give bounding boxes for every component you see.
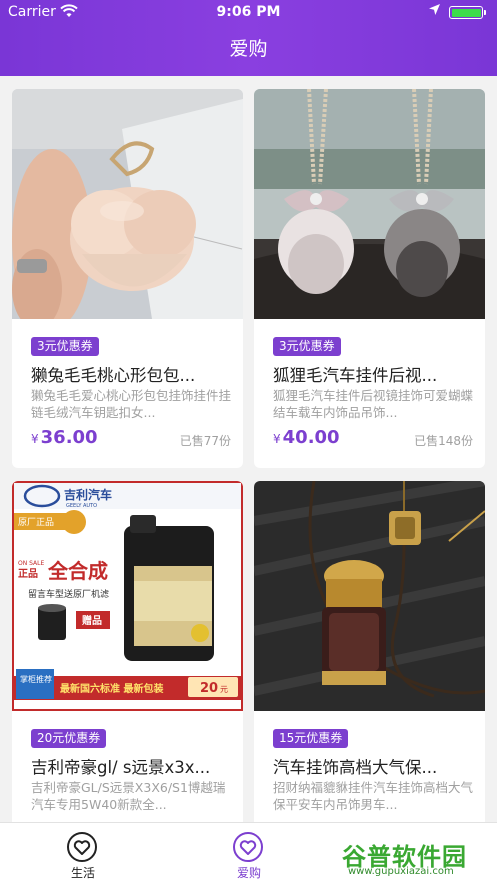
tab-label: 爱购 xyxy=(236,866,261,880)
watermark-url: www.gupuxiazai.com xyxy=(348,866,454,877)
product-price: ¥40.00 xyxy=(273,427,340,448)
sold-count: 已售148份 xyxy=(414,434,473,448)
product-title: 獭兔毛毛桃心形包包... xyxy=(31,366,196,385)
heart-circle-icon xyxy=(232,831,264,863)
nav-header: Carrier 9:06 PM 爱购 xyxy=(0,0,497,76)
clock: 9:06 PM xyxy=(216,4,281,20)
coupon-badge: 15元优惠券 xyxy=(273,729,349,748)
product-card[interactable]: 3元优惠券 獭兔毛毛桃心形包包... 獭兔毛毛爱心桃心形包包挂饰挂件挂链毛绒汽车… xyxy=(12,89,243,468)
product-image xyxy=(254,89,485,319)
page-title: 爱购 xyxy=(229,38,268,60)
location-arrow-icon xyxy=(428,3,441,20)
svg-text:ON SALE: ON SALE xyxy=(18,560,44,567)
product-image: 吉利汽车 GEELY AUTO 原厂正品 ON SALE 正品 全合成 留言车型… xyxy=(12,481,243,711)
product-description: 招财纳福貔貅挂件汽车挂饰高档大气保平安车内吊饰男车... xyxy=(273,780,473,812)
product-card[interactable]: 3元优惠券 狐狸毛汽车挂件后视... 狐狸毛汽车挂件后视镜挂饰可爱蝴蝶结车载车内… xyxy=(254,89,485,468)
svg-text:吉利汽车: 吉利汽车 xyxy=(64,487,112,502)
product-card[interactable]: 15元优惠券 汽车挂饰高档大气保... 招财纳福貔貅挂件汽车挂饰高档大气保平安车… xyxy=(254,481,485,860)
product-description: 吉利帝豪GL/S远景X3X6/S1博越瑞汽车专用5W40新款全... xyxy=(31,780,226,812)
tab-label: 生活 xyxy=(70,866,95,880)
coupon-badge: 3元优惠券 xyxy=(273,337,341,356)
svg-text:全合成: 全合成 xyxy=(47,559,108,583)
product-description: 狐狸毛汽车挂件后视镜挂饰可爱蝴蝶结车载车内饰品吊饰... xyxy=(273,388,473,420)
tab-aigou[interactable]: 爱购 xyxy=(166,823,332,884)
product-price: ¥36.00 xyxy=(31,427,98,448)
svg-text:正品: 正品 xyxy=(18,568,38,580)
svg-text:留言车型送原厂机滤: 留言车型送原厂机滤 xyxy=(28,588,109,600)
svg-text:掌柜推荐: 掌柜推荐 xyxy=(20,674,52,684)
product-title: 吉利帝豪gl/ s远景x3x... xyxy=(31,758,211,777)
coupon-badge: 3元优惠券 xyxy=(31,337,99,356)
product-description: 獭兔毛毛爱心桃心形包包挂饰挂件挂链毛绒汽车钥匙扣女... xyxy=(31,388,231,420)
coupon-badge: 20元优惠券 xyxy=(31,729,107,748)
battery-icon xyxy=(449,6,486,19)
svg-text:20: 20 xyxy=(200,681,218,696)
svg-text:元: 元 xyxy=(220,685,228,694)
sold-count: 已售77份 xyxy=(179,434,231,448)
product-image xyxy=(12,89,243,319)
heart-circle-icon xyxy=(66,831,98,863)
svg-text:最新国六标准 最新包装: 最新国六标准 最新包装 xyxy=(60,682,163,695)
product-image xyxy=(254,481,485,711)
svg-text:原厂正品: 原厂正品 xyxy=(18,517,54,528)
tab-life[interactable]: 生活 xyxy=(0,823,166,884)
status-bar: Carrier 9:06 PM xyxy=(0,0,497,24)
site-watermark: 谷普软件园 www.gupuxiazai.com xyxy=(336,834,494,880)
product-title: 狐狸毛汽车挂件后视... xyxy=(273,366,438,385)
product-card[interactable]: 吉利汽车 GEELY AUTO 原厂正品 ON SALE 正品 全合成 留言车型… xyxy=(12,481,243,860)
svg-text:赠品: 赠品 xyxy=(82,614,102,627)
svg-text:GEELY AUTO: GEELY AUTO xyxy=(66,503,97,509)
product-title: 汽车挂饰高档大气保... xyxy=(273,758,438,777)
